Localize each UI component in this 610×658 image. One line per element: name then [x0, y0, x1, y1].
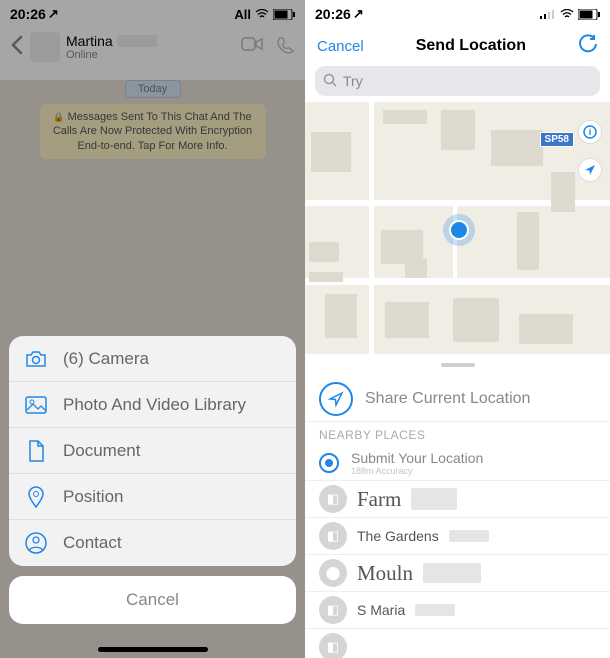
home-indicator[interactable] — [98, 647, 208, 652]
sheet-contact[interactable]: Contact — [9, 520, 296, 566]
phone-right: 20:26 ↗ Cancel Send Location Try — [305, 0, 610, 658]
location-pin-icon — [25, 486, 47, 508]
camera-icon — [25, 348, 47, 370]
location-nav: Cancel Send Location — [305, 28, 610, 66]
status-bar-right: 20:26 ↗ — [305, 0, 610, 28]
radio-selected-icon — [319, 453, 339, 473]
phone-left: 20:26 ↗ All Martina Online Today 🔒 — [0, 0, 305, 658]
svg-text:i: i — [589, 127, 592, 137]
search-field[interactable]: Try — [315, 66, 600, 96]
current-location-dot — [451, 222, 467, 238]
battery-icon — [578, 9, 600, 20]
place-row[interactable]: ◧ The Gardens — [305, 518, 610, 555]
place-row[interactable]: ◧ — [305, 629, 610, 658]
place-row[interactable]: ◧ S Maria — [305, 592, 610, 629]
building-icon: ◧ — [319, 522, 347, 550]
map-info-button[interactable]: i — [578, 120, 602, 144]
clock: 20:26 — [315, 6, 351, 22]
sheet-cancel-button[interactable]: Cancel — [9, 576, 296, 624]
place-row[interactable]: ◧ Farm — [305, 481, 610, 518]
sheet-position[interactable]: Position — [9, 474, 296, 520]
share-current-row[interactable]: Share Current Location — [305, 376, 610, 422]
drag-handle[interactable] — [305, 354, 610, 376]
signal-icon — [540, 9, 556, 19]
nav-title: Send Location — [416, 37, 526, 55]
location-arrow-icon — [319, 382, 353, 416]
sheet-document[interactable]: Document — [9, 428, 296, 474]
building-icon: ◧ — [319, 485, 347, 513]
road-badge: SP58 — [540, 132, 574, 147]
map-locate-button[interactable] — [578, 158, 602, 182]
search-icon — [323, 73, 337, 90]
building-icon: ◧ — [319, 596, 347, 624]
document-icon — [25, 440, 47, 462]
building-icon: ◧ — [319, 633, 347, 658]
location-list: Share Current Location NEARBY PLACES Sub… — [305, 376, 610, 658]
action-sheet: (6) Camera Photo And Video Library Docum… — [9, 336, 296, 624]
search-placeholder: Try — [343, 73, 363, 89]
section-header: NEARBY PLACES — [305, 422, 610, 444]
sheet-library[interactable]: Photo And Video Library — [9, 382, 296, 428]
refresh-button[interactable] — [578, 34, 598, 58]
place-row[interactable]: ⬤ Mouln — [305, 555, 610, 592]
contact-icon — [25, 532, 47, 554]
bag-icon: ⬤ — [319, 559, 347, 587]
wifi-icon — [560, 9, 574, 19]
cancel-button[interactable]: Cancel — [317, 38, 364, 55]
map[interactable]: SP58 i — [305, 102, 610, 354]
photo-icon — [25, 394, 47, 416]
submit-location-row[interactable]: Submit Your Location 188m Accuracy — [305, 444, 610, 481]
sheet-camera[interactable]: (6) Camera — [9, 336, 296, 382]
